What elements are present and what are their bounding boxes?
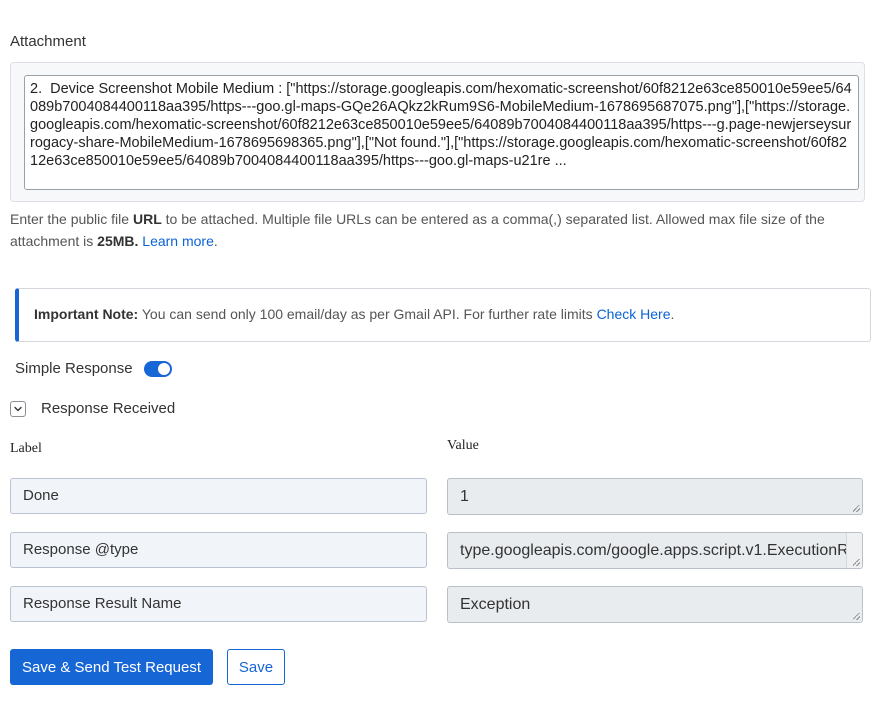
note-title: Important Note: [34,306,139,322]
help-prefix: Enter the public file [10,211,133,227]
help-url-emphasis: URL [132,211,162,227]
response-value-field[interactable]: Exception [447,586,863,623]
save-and-send-test-request-button[interactable]: Save & Send Test Request [10,649,213,685]
resize-handle[interactable] [853,505,860,512]
learn-more-link[interactable]: Learn more [142,233,214,249]
response-value-field[interactable]: 1 [447,478,863,515]
resize-handle[interactable] [853,613,860,620]
toggle-knob [158,363,170,375]
response-label-field[interactable]: Response @type [10,532,427,568]
attachment-help-text: Enter the public file URL to be attached… [10,208,870,252]
response-label-field[interactable]: Done [10,478,427,514]
response-value-text: Exception [460,596,531,613]
value-column-header: Value [447,438,479,453]
response-label-field[interactable]: Response Result Name [10,586,427,622]
response-value-text: 1 [460,488,469,505]
simple-response-label: Simple Response [15,360,133,377]
chevron-down-icon [14,406,22,412]
attachment-container: 2. Device Screenshot Mobile Medium : ["h… [10,62,865,202]
help-max-size: 25MB. [97,233,139,249]
note-text: You can send only 100 email/day as per G… [138,306,597,322]
response-received-collapse-toggle[interactable] [10,401,26,417]
attachment-textarea[interactable]: 2. Device Screenshot Mobile Medium : ["h… [24,75,859,190]
attachment-label: Attachment [10,33,86,50]
response-value-field[interactable]: type.googleapis.com/google.apps.script.v… [447,532,863,569]
response-value-text: type.googleapis.com/google.apps.script.v… [460,542,862,559]
important-note: Important Note: You can send only 100 em… [15,288,871,342]
resize-handle[interactable] [853,559,860,566]
save-button[interactable]: Save [227,649,285,685]
response-received-label: Response Received [41,400,176,417]
check-here-link[interactable]: Check Here [597,306,671,322]
label-column-header: Label [10,441,42,456]
help-end: . [213,233,218,249]
simple-response-toggle[interactable] [144,361,172,377]
note-end: . [670,306,675,322]
